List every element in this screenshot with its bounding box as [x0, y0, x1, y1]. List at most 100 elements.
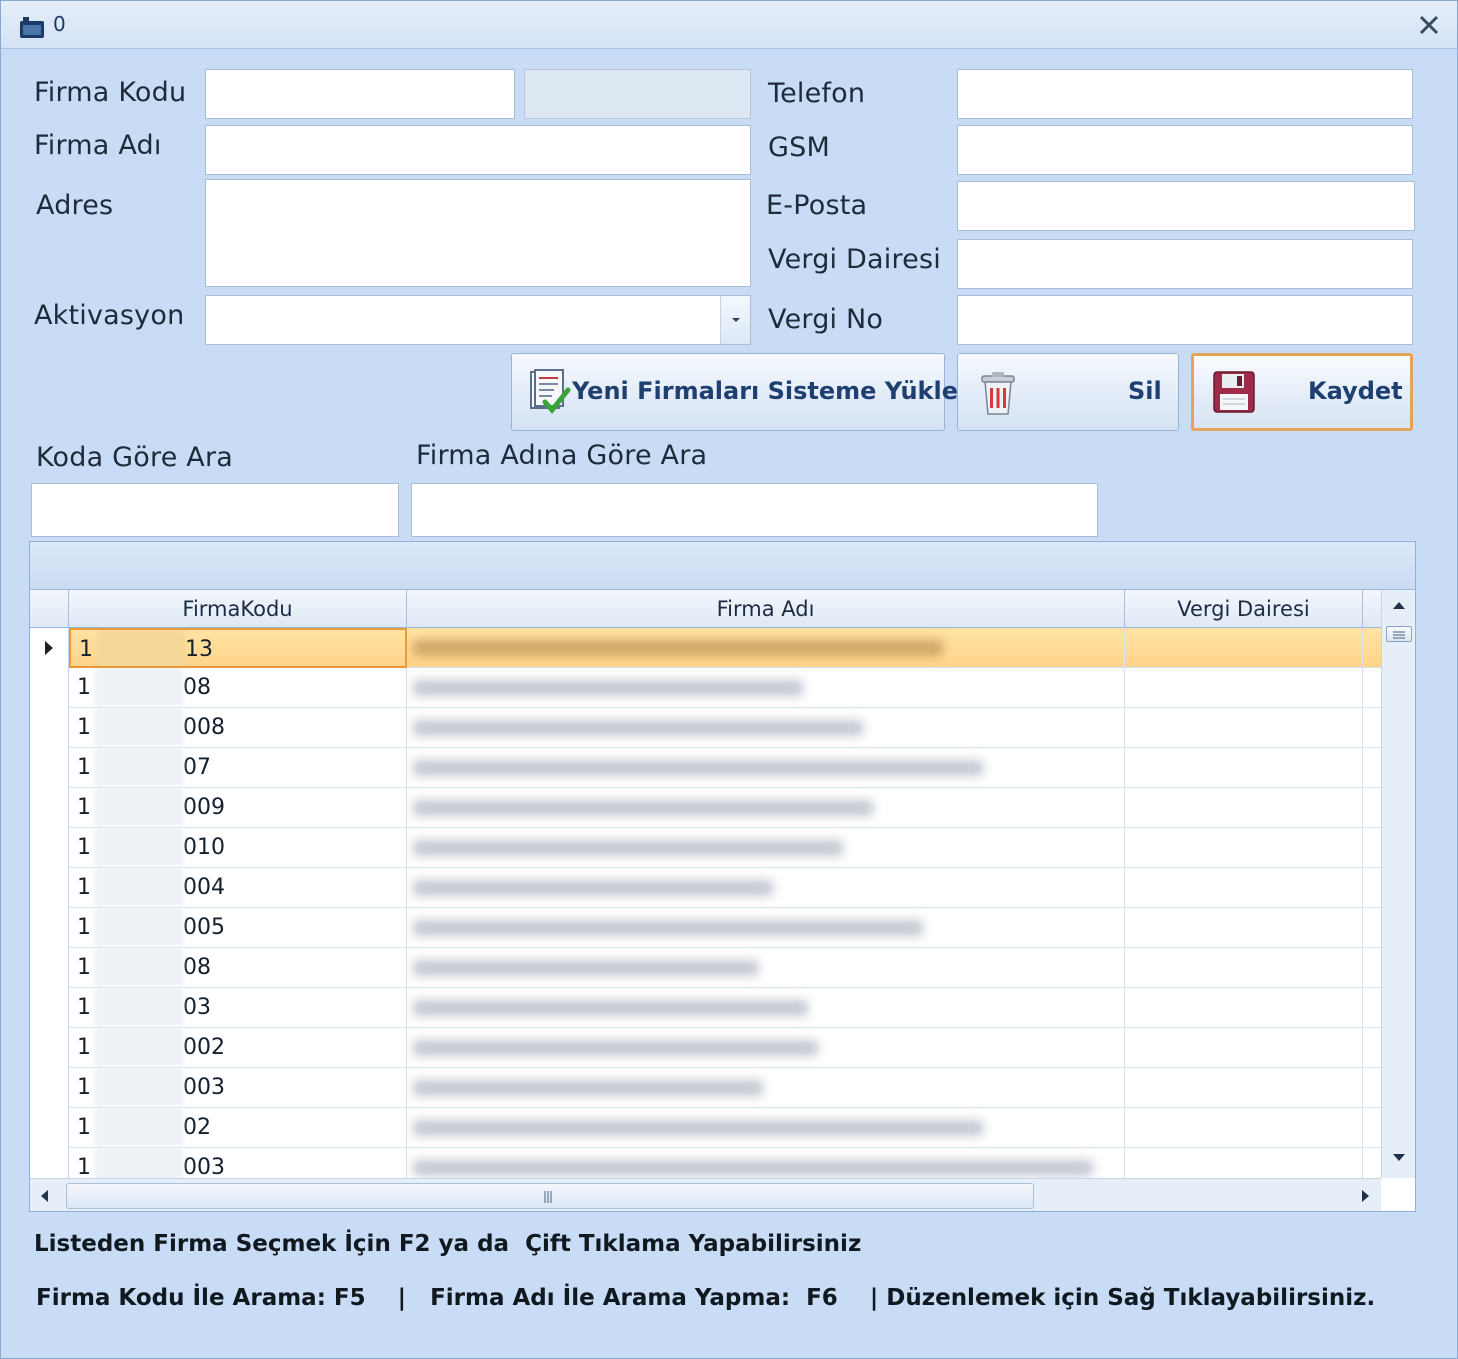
column-header-firma-adi[interactable]: Firma Adı [407, 590, 1125, 628]
firma-adi-input[interactable] [205, 125, 751, 175]
row-indicator[interactable] [30, 948, 69, 988]
cell-firma-kodu[interactable]: 1 02 [69, 1108, 407, 1148]
cell-firma-adi[interactable] [407, 1148, 1125, 1178]
row-indicator[interactable] [30, 1148, 69, 1178]
row-indicator[interactable] [30, 868, 69, 908]
cell-vergi-dairesi[interactable] [1125, 948, 1363, 988]
cell-firma-kodu[interactable]: 1 08 [69, 668, 407, 708]
cell-firma-adi[interactable] [407, 628, 1125, 668]
cell-firma-kodu[interactable]: 1 004 [69, 868, 407, 908]
table-row[interactable]: 1 02 [30, 1108, 1381, 1148]
row-indicator[interactable] [30, 628, 69, 668]
table-row[interactable]: 1 009 [30, 788, 1381, 828]
cell-vergi-dairesi[interactable] [1125, 628, 1363, 668]
table-row[interactable]: 1 07 [30, 748, 1381, 788]
cell-vergi-dairesi[interactable] [1125, 828, 1363, 868]
vergi-dairesi-input[interactable] [957, 239, 1413, 289]
horizontal-scroll-thumb[interactable] [66, 1183, 1034, 1209]
hint-shortcuts: Firma Kodu İle Arama: F5 | Firma Adı İle… [36, 1285, 1376, 1311]
cell-vergi-dairesi[interactable] [1125, 1108, 1363, 1148]
cell-firma-adi[interactable] [407, 868, 1125, 908]
cell-firma-adi[interactable] [407, 948, 1125, 988]
companies-grid[interactable]: FirmaKodu Firma Adı Vergi Dairesi 1 13 1 08… [29, 541, 1416, 1212]
cell-firma-adi[interactable] [407, 708, 1125, 748]
scroll-left-icon[interactable] [38, 1188, 52, 1204]
table-row[interactable]: 1 008 [30, 708, 1381, 748]
cell-firma-kodu[interactable]: 1 002 [69, 1028, 407, 1068]
row-indicator[interactable] [30, 828, 69, 868]
row-indicator[interactable] [30, 788, 69, 828]
row-indicator[interactable] [30, 908, 69, 948]
vertical-scroll-thumb[interactable] [1386, 626, 1412, 642]
cell-vergi-dairesi[interactable] [1125, 988, 1363, 1028]
search-by-code-input[interactable] [31, 483, 399, 537]
row-indicator[interactable] [30, 1108, 69, 1148]
adres-textarea[interactable] [205, 179, 751, 287]
cell-vergi-dairesi[interactable] [1125, 708, 1363, 748]
gsm-input[interactable] [957, 125, 1413, 175]
cell-firma-kodu[interactable]: 1 003 [69, 1148, 407, 1178]
row-indicator[interactable] [30, 1068, 69, 1108]
table-row[interactable]: 1 004 [30, 868, 1381, 908]
row-indicator[interactable] [30, 988, 69, 1028]
row-indicator[interactable] [30, 748, 69, 788]
row-indicator[interactable] [30, 668, 69, 708]
cell-firma-kodu[interactable]: 1 03 [69, 988, 407, 1028]
cell-vergi-dairesi[interactable] [1125, 1148, 1363, 1178]
column-header-firma-kodu[interactable]: FirmaKodu [69, 590, 407, 628]
cell-firma-adi[interactable] [407, 828, 1125, 868]
horizontal-scrollbar[interactable] [30, 1178, 1381, 1211]
cell-firma-kodu[interactable]: 1 008 [69, 708, 407, 748]
cell-vergi-dairesi[interactable] [1125, 748, 1363, 788]
scroll-down-icon[interactable] [1390, 1150, 1408, 1164]
scroll-up-icon[interactable] [1390, 598, 1408, 612]
cell-firma-kodu[interactable]: 1 08 [69, 948, 407, 988]
table-row[interactable]: 1 08 [30, 948, 1381, 988]
cell-firma-kodu[interactable]: 1 07 [69, 748, 407, 788]
cell-firma-kodu[interactable]: 1 010 [69, 828, 407, 868]
table-row[interactable]: 1 03 [30, 988, 1381, 1028]
aktivasyon-dropdown-button[interactable] [720, 296, 750, 344]
delete-button[interactable]: Sil [957, 353, 1179, 431]
firma-kodu-input[interactable] [205, 69, 515, 119]
table-row[interactable]: 1 010 [30, 828, 1381, 868]
search-by-name-input[interactable] [411, 483, 1098, 537]
table-row[interactable]: 1 13 [30, 628, 1381, 668]
cell-firma-adi[interactable] [407, 988, 1125, 1028]
cell-vergi-dairesi[interactable] [1125, 908, 1363, 948]
cell-firma-adi[interactable] [407, 908, 1125, 948]
cell-firma-kodu[interactable]: 1 005 [69, 908, 407, 948]
cell-firma-adi[interactable] [407, 1068, 1125, 1108]
cell-vergi-dairesi[interactable] [1125, 788, 1363, 828]
cell-vergi-dairesi[interactable] [1125, 1068, 1363, 1108]
cell-vergi-dairesi[interactable] [1125, 868, 1363, 908]
vergi-no-input[interactable] [957, 295, 1413, 345]
cell-firma-adi[interactable] [407, 668, 1125, 708]
table-row[interactable]: 1 003 [30, 1068, 1381, 1108]
upload-companies-button[interactable]: Yeni Firmaları Sisteme Yükle [511, 353, 958, 431]
cell-firma-adi[interactable] [407, 748, 1125, 788]
cell-firma-adi[interactable] [407, 1028, 1125, 1068]
row-indicator[interactable] [30, 708, 69, 748]
cell-vergi-dairesi[interactable] [1125, 668, 1363, 708]
cell-firma-adi[interactable] [407, 788, 1125, 828]
table-row[interactable]: 1 005 [30, 908, 1381, 948]
column-header-vergi-dairesi[interactable]: Vergi Dairesi [1125, 590, 1363, 628]
cell-firma-kodu[interactable]: 1 009 [69, 788, 407, 828]
close-icon[interactable] [1413, 9, 1445, 41]
scroll-right-icon[interactable] [1358, 1188, 1372, 1204]
row-indicator[interactable] [30, 1028, 69, 1068]
save-button[interactable]: Kaydet [1191, 353, 1413, 431]
table-row[interactable]: 1 003 [30, 1148, 1381, 1178]
code-prefix: 1 [77, 875, 91, 900]
eposta-input[interactable] [957, 181, 1415, 231]
table-row[interactable]: 1 08 [30, 668, 1381, 708]
cell-firma-adi[interactable] [407, 1108, 1125, 1148]
cell-vergi-dairesi[interactable] [1125, 1028, 1363, 1068]
cell-firma-kodu[interactable]: 1 003 [69, 1068, 407, 1108]
vertical-scrollbar[interactable] [1381, 590, 1415, 1178]
telefon-input[interactable] [957, 69, 1413, 119]
table-row[interactable]: 1 002 [30, 1028, 1381, 1068]
cell-firma-kodu[interactable]: 1 13 [69, 628, 407, 668]
aktivasyon-select[interactable] [205, 295, 751, 345]
